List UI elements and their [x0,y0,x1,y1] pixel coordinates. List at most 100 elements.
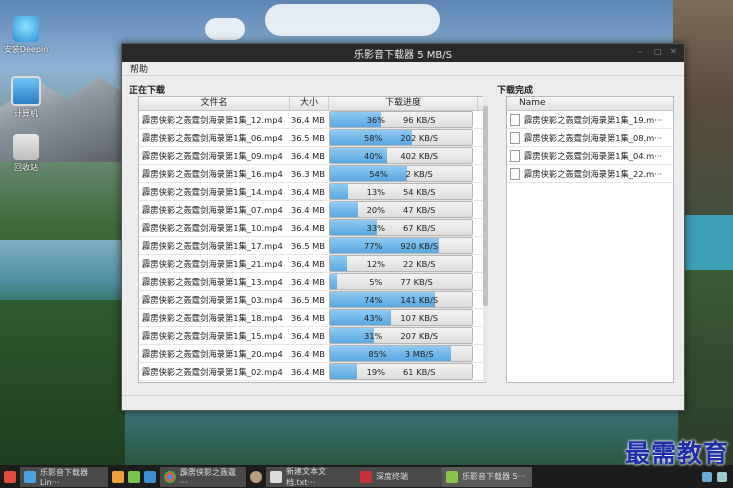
progress-cell: 58% 202 KB/S [327,129,475,146]
list-item[interactable]: 霹雳侠影之轰霆剑海录第1集_04.m··· [507,147,673,165]
files-icon [128,470,140,483]
list-item[interactable]: 霹雳侠影之轰霆剑海录第1集_22.m··· [507,165,673,183]
system-tray [702,471,733,482]
file-size-cell: 36.4 MB [291,366,325,377]
wallpaper-cloud [205,18,245,40]
taskbar-item-4[interactable]: 乐影音下载器 5··· [442,466,532,487]
progress-percent: 40% [363,150,383,161]
table-row[interactable]: 霹雳侠影之轰霆剑海录第1集_16.mp4 36.3 MB 54% 2 KB/S [139,165,485,183]
terminal-icon [360,470,372,483]
table-row[interactable]: 霹雳侠影之轰霆剑海录第1集_03.mp4 36.5 MB 74% 141 KB/S [139,291,485,309]
progress-percent: 85% [368,348,387,359]
progress-cell: 13% 54 KB/S [327,183,475,200]
minimize-icon[interactable]: – [638,48,646,56]
taskbar-item-label: 乐影音下载器 5··· [462,472,526,481]
table-row[interactable]: 霹雳侠影之轰霆剑海录第1集_14.mp4 36.4 MB 13% 54 KB/S [139,183,485,201]
progress-bar: 77% 920 KB/S [329,237,473,254]
progress-bar: 36% 96 KB/S [329,111,473,128]
close-icon[interactable]: ✕ [670,48,678,56]
file-size-cell: 36.4 MB [291,330,325,341]
menu-help[interactable]: 帮助 [130,62,148,75]
maximize-icon[interactable]: □ [654,48,662,56]
table-row[interactable]: 霹雳侠影之轰霆剑海录第1集_02.mp4 36.4 MB 19% 61 KB/S [139,363,485,381]
progress-cell: 74% 141 KB/S [327,291,475,308]
column-header-name[interactable]: 文件名 [139,97,290,110]
file-size-cell: 36.5 MB [291,294,325,305]
file-size-cell: 36.4 MB [291,114,325,125]
downloading-section-title: 正在下载 [129,86,166,96]
progress-cell: 12% 22 KB/S [327,255,475,272]
list-item[interactable]: 霹雳侠影之轰霆剑海录第1集_19.m··· [507,111,673,129]
file-name-cell: 霹雳侠影之轰霆剑海录第1集_21.mp4 [142,258,283,269]
table-row[interactable]: 霹雳侠影之轰霆剑海录第1集_07.mp4 36.4 MB 20% 47 KB/S [139,201,485,219]
volume-icon[interactable] [717,471,727,482]
table-row[interactable]: 霹雳侠影之轰霆剑海录第1集_18.mp4 36.4 MB 43% 107 KB/S [139,309,485,327]
table-row[interactable]: 霹雳侠影之轰霆剑海录第1集_17.mp4 36.5 MB 77% 920 KB/S [139,237,485,255]
column-header-progress[interactable]: 下载进度 [329,97,478,110]
downloader-icon [446,470,458,483]
file-name-cell: 霹雳侠影之轰霆剑海录第1集_13.mp4 [142,276,283,287]
table-header: 文件名 大小 下载进度 [139,97,485,111]
table-row[interactable]: 霹雳侠影之轰霆剑海录第1集_12.mp4 36.4 MB 36% 96 KB/S [139,111,485,129]
table-row[interactable]: 霹雳侠影之轰霆剑海录第1集_10.mp4 36.4 MB 33% 67 KB/S [139,219,485,237]
progress-bar: 19% 61 KB/S [329,363,473,380]
chrome-icon [164,470,176,483]
settings-button[interactable] [246,467,266,487]
progress-bar: 85% 3 MB/S [329,345,473,362]
download-speed: 22 KB/S [403,258,436,269]
file-size-cell: 36.4 MB [291,258,325,269]
file-size-cell: 36.4 MB [291,276,325,287]
progress-cell: 19% 61 KB/S [327,363,475,380]
progress-percent: 20% [366,204,386,215]
taskbar-item-0[interactable]: 乐影音下载器Lin··· [20,466,108,487]
progress-bar: 74% 141 KB/S [329,291,473,308]
file-name-cell: 霹雳侠影之轰霆剑海录第1集_06.mp4 [142,132,283,143]
desktop-icon-install-deepin[interactable]: 安装Deepin [1,16,51,55]
scrollbar-thumb[interactable] [483,106,488,306]
table-row[interactable]: 霹雳侠影之轰霆剑海录第1集_20.mp4 36.4 MB 85% 3 MB/S [139,345,485,363]
table-row[interactable]: 霹雳侠影之轰霆剑海录第1集_06.mp4 36.5 MB 58% 202 KB/S [139,129,485,147]
file-icon [510,167,520,180]
taskbar-item-3[interactable]: 深度终端 [356,466,442,487]
table-row[interactable]: 霹雳侠影之轰霆剑海录第1集_15.mp4 36.4 MB 31% 207 KB/S [139,327,485,345]
wallpaper-cloud [265,4,440,36]
column-header-size[interactable]: 大小 [290,97,329,110]
download-speed: 141 KB/S [400,294,439,305]
desktop-icon-trash[interactable]: 回收站 [1,134,51,173]
file-name-cell: 霹雳侠影之轰霆剑海录第1集_09.mp4 [142,150,283,161]
file-size-cell: 36.4 MB [291,312,325,323]
file-size-cell: 36.4 MB [291,186,325,197]
list-item[interactable]: 霹雳侠影之轰霆剑海录第1集_08.m··· [507,129,673,147]
progress-bar: 58% 202 KB/S [329,129,473,146]
table-row[interactable]: 霹雳侠影之轰霆剑海录第1集_21.mp4 36.4 MB 12% 22 KB/S [139,255,485,273]
progress-cell: 40% 402 KB/S [327,147,475,164]
completed-file-name: 霹雳侠影之轰霆剑海录第1集_22.m··· [524,168,663,179]
network-icon[interactable] [702,471,712,482]
taskbar: 乐影音下载器Lin··· 霹雳侠影之轰霆··· 新建文本文档.txt··· 深度… [0,465,733,488]
desktop-icon-label: 安装Deepin [3,45,49,54]
file-icon [510,113,520,126]
download-speed: 2 KB/S [405,168,433,179]
launcher-button[interactable] [0,467,20,487]
taskbar-quick-launch[interactable] [108,467,160,487]
table-row[interactable]: 霹雳侠影之轰霆剑海录第1集_13.mp4 36.4 MB 5% 77 KB/S [139,273,485,291]
file-size-cell: 36.4 MB [291,150,325,161]
downloading-scrollbar[interactable] [483,96,488,381]
progress-percent: 33% [366,222,386,233]
progress-bar: 40% 402 KB/S [329,147,473,164]
file-icon [510,149,520,162]
progress-bar: 43% 107 KB/S [329,309,473,326]
window-titlebar[interactable]: 乐影音下载器 5 MB/S – □ ✕ [122,44,684,62]
file-name-cell: 霹雳侠影之轰霆剑海录第1集_12.mp4 [142,114,283,125]
taskbar-item-1[interactable]: 霹雳侠影之轰霆··· [160,466,246,487]
desktop-icon-label: 回收站 [14,163,38,172]
completed-column-header[interactable]: Name [507,97,673,111]
progress-percent: 58% [363,132,383,143]
menu-bar: 帮助 [122,62,684,76]
download-speed: 3 MB/S [404,348,434,359]
desktop-icon-computer[interactable]: 计算机 [1,76,51,119]
taskbar-item-2[interactable]: 新建文本文档.txt··· [266,466,356,487]
file-size-cell: 36.3 MB [291,168,325,179]
table-row[interactable]: 霹雳侠影之轰霆剑海录第1集_09.mp4 36.4 MB 40% 402 KB/S [139,147,485,165]
watermark: 最需教育 [624,439,729,468]
